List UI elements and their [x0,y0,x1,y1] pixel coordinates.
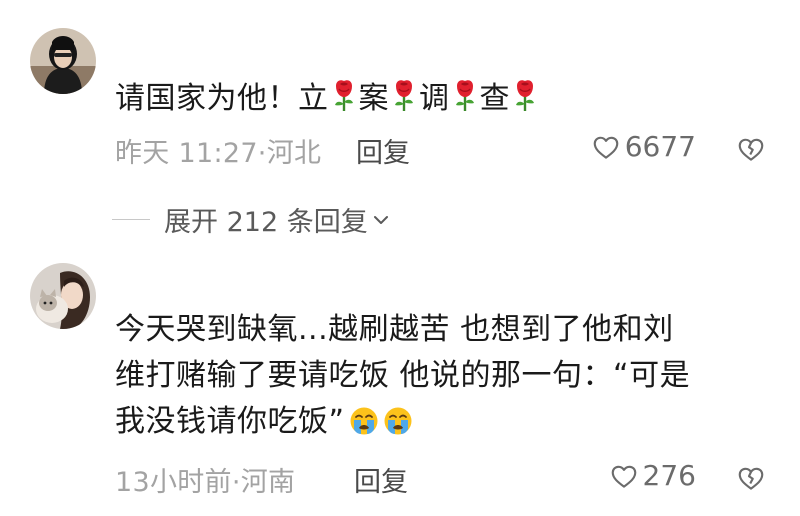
avatar[interactable] [30,28,96,94]
comment-text-line: 今天哭到缺氧...越刷越苦 也想到了他和刘 [115,312,674,347]
broken-heart-icon [738,138,764,161]
like-count: 276 [642,459,696,492]
rose-icon [452,78,478,112]
comment-text-part: 我没钱请你吃饭” [115,404,345,439]
crying-face-icon [383,404,413,435]
comment-text-line: 我没钱请你吃饭” [115,399,775,445]
meta-separator: · [231,467,241,498]
like-button[interactable]: 6677 [591,130,696,163]
reply-button[interactable]: 回复 [354,460,408,499]
comment-item: 今天哭到缺氧...越刷越苦 也想到了他和刘 维打赌输了要请吃饭 他说的那一句：“… [0,250,800,516]
comment-text-part: 案 [358,81,389,116]
dislike-button[interactable] [736,134,766,164]
comment-meta: 13小时前·河南 [115,460,295,499]
comment-text-part: 请国家为他！立 [115,81,329,116]
comment-location: 河北 [266,138,322,169]
heart-outline-icon [611,465,636,488]
heart-outline-icon [593,136,619,159]
broken-heart-icon [738,467,764,490]
comment-item: 请国家为他！立案调查 昨天 11:27·河北 回复 6677 [0,0,800,190]
crying-face-icon [349,404,379,435]
comment-time: 昨天 11:27 [115,138,258,169]
rose-icon [512,78,538,112]
comment-text-part: 查 [479,81,510,116]
avatar[interactable] [30,263,96,329]
comment-meta: 昨天 11:27·河北 [115,131,321,170]
comment-time: 13小时前 [115,467,232,498]
reply-button[interactable]: 回复 [356,131,410,170]
like-button[interactable]: 276 [609,459,696,492]
rose-icon [331,78,357,112]
comment-text-part: 调 [419,81,450,116]
dislike-button[interactable] [736,463,766,493]
rose-icon [391,78,417,112]
comment-text-line: 维打赌输了要请吃饭 他说的那一句：“可是 [115,358,691,393]
comment-text: 今天哭到缺氧...越刷越苦 也想到了他和刘 维打赌输了要请吃饭 他说的那一句：“… [115,307,775,445]
comment-location: 河南 [240,467,296,498]
expand-replies-label: 展开 212 条回复 [164,207,368,238]
like-count: 6677 [624,130,696,163]
comment-text: 请国家为他！立案调查 [115,76,775,122]
chevron-down-icon [373,215,388,224]
meta-separator: · [257,138,267,169]
expand-replies-button[interactable]: 展开 212 条回复 [112,200,390,239]
divider [112,219,150,220]
